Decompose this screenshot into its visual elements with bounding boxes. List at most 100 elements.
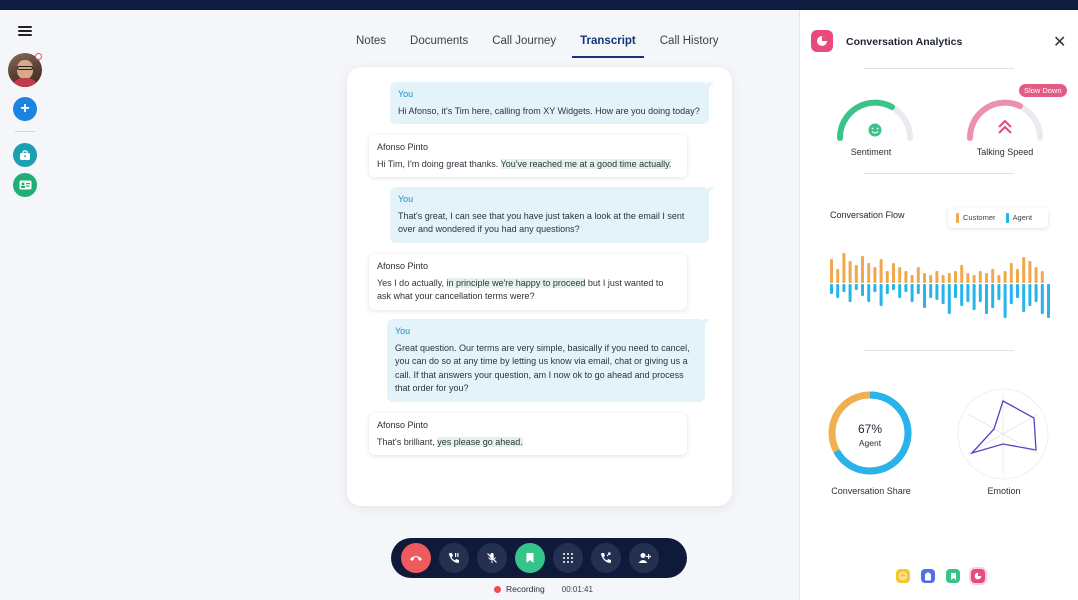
talking-speed-label: Talking Speed <box>976 147 1034 157</box>
agent-flow-bar <box>960 284 964 306</box>
legend-customer: Customer <box>956 213 996 223</box>
top-bar <box>0 0 1078 10</box>
agent-flow-bar <box>966 284 970 302</box>
tab-call-journey[interactable]: Call Journey <box>480 30 568 58</box>
agent-flow-bar <box>910 284 914 302</box>
agent-flow-bar <box>985 284 988 314</box>
customer-flow-bar <box>1003 271 1007 283</box>
agent-flow-bar <box>892 284 895 290</box>
sentiment-label: Sentiment <box>850 147 892 157</box>
customer-flow-bar <box>997 275 1001 283</box>
emotion-label: Emotion <box>987 486 1021 496</box>
customer-flow-bar <box>923 273 926 283</box>
sentiment-gauge <box>836 99 913 141</box>
agent-message: You Hi Afonso, it's Tim here, calling fr… <box>390 82 714 124</box>
divider <box>864 173 1014 174</box>
recording-label: Recording <box>506 584 545 594</box>
share-subtitle: Agent <box>859 438 882 448</box>
agent-flow-bar <box>1003 284 1007 318</box>
customer-flow-bar <box>904 271 908 283</box>
agent-flow-bar <box>904 284 908 292</box>
recording-dot-icon <box>494 585 501 593</box>
tab-documents[interactable]: Documents <box>398 30 480 58</box>
customer-flow-bar <box>1016 269 1019 283</box>
emotion-radar-chart <box>957 388 1049 480</box>
agent-flow-bar <box>898 284 902 298</box>
agent-flow-bar <box>929 284 933 298</box>
customer-flow-bar <box>966 273 970 283</box>
agent-flow-bar <box>972 284 976 310</box>
flow-legend: Customer Agent <box>948 208 1048 228</box>
customer-flow-bar <box>885 271 889 283</box>
customer-flow-bar <box>854 265 858 283</box>
speaker-name: Afonso Pinto <box>377 142 429 152</box>
speaker-name: Afonso Pinto <box>377 420 429 430</box>
legend-agent: Agent <box>1005 213 1032 223</box>
keypad-button[interactable] <box>553 543 583 573</box>
end-call-button[interactable] <box>401 543 431 573</box>
bookmark-button[interactable] <box>515 543 545 573</box>
hold-call-button[interactable] <box>439 543 469 573</box>
customer-flow-bar <box>1028 261 1032 283</box>
customer-flow-bar <box>941 275 945 283</box>
add-button[interactable]: + <box>13 97 37 121</box>
agent-flow-bar <box>916 284 920 294</box>
customer-message: Afonso Pinto Hi Tim, I'm doing great tha… <box>369 135 687 177</box>
agent-flow-bar <box>879 284 883 306</box>
transfer-call-button[interactable] <box>591 543 621 573</box>
message-text: Great question. Our terms are very simpl… <box>395 342 690 394</box>
customer-flow-bar <box>978 271 982 283</box>
customer-flow-bar <box>916 267 920 283</box>
smile-icon[interactable] <box>896 569 910 583</box>
close-icon[interactable]: ✕ <box>1053 32 1066 52</box>
customer-flow-bar <box>954 271 957 283</box>
clipboard-icon[interactable] <box>921 569 935 583</box>
agent-flow-bar <box>1034 284 1038 302</box>
menu-icon[interactable] <box>18 26 32 36</box>
status-badge <box>35 53 42 60</box>
tab-transcript[interactable]: Transcript <box>568 30 648 58</box>
add-participant-button[interactable] <box>629 543 659 573</box>
message-text: Hi Afonso, it's Tim here, calling from X… <box>398 105 700 116</box>
left-rail: + <box>0 10 50 600</box>
speaker-name: Afonso Pinto <box>377 261 429 271</box>
agent-flow-bar <box>867 284 871 302</box>
customer-flow-bar <box>892 263 895 283</box>
tab-notes[interactable]: Notes <box>344 30 398 58</box>
customer-flow-bar <box>1040 271 1044 283</box>
briefcase-icon[interactable] <box>13 143 37 167</box>
conversation-flow-title: Conversation Flow <box>830 210 905 220</box>
panel-title: Conversation Analytics <box>846 36 963 48</box>
agent-flow-bar <box>947 284 951 314</box>
agent-flow-bar <box>941 284 945 304</box>
agent-flow-bar <box>861 284 864 296</box>
tab-call-history[interactable]: Call History <box>648 30 731 58</box>
agent-flow-bar <box>978 284 982 302</box>
call-timer: 00:01:41 <box>561 584 593 594</box>
customer-message: Afonso Pinto Yes I do actually, in princ… <box>369 254 687 310</box>
talking-speed-gauge <box>966 99 1043 141</box>
agent-flow-bar <box>1016 284 1019 298</box>
agent-flow-bar <box>923 284 926 308</box>
highlighted-phrase: in principle we're happy to proceed <box>446 277 586 288</box>
customer-flow-bar <box>830 259 833 283</box>
customer-flow-bar <box>842 253 846 283</box>
customer-flow-bar <box>1022 257 1026 283</box>
bookmark-icon[interactable] <box>946 569 960 583</box>
mute-button[interactable] <box>477 543 507 573</box>
speaker-name: You <box>395 326 411 336</box>
tab-bar: Notes Documents Call Journey Transcript … <box>344 30 731 58</box>
agent-flow-bar <box>1040 284 1044 314</box>
customer-flow-bar <box>985 273 988 283</box>
contact-card-icon[interactable] <box>13 173 37 197</box>
agent-flow-bar <box>935 284 939 300</box>
customer-flow-bar <box>991 269 995 283</box>
agent-flow-bar <box>885 284 889 294</box>
agent-flow-bar <box>848 284 852 302</box>
customer-message: Afonso Pinto That's brilliant, yes pleas… <box>369 413 687 455</box>
customer-flow-bar <box>910 275 914 283</box>
analytics-pie-icon[interactable] <box>971 569 985 583</box>
highlighted-phrase: You've reached me at a good time actuall… <box>500 158 672 169</box>
customer-flow-bar <box>947 273 951 283</box>
conversation-share-label: Conversation Share <box>831 486 911 496</box>
